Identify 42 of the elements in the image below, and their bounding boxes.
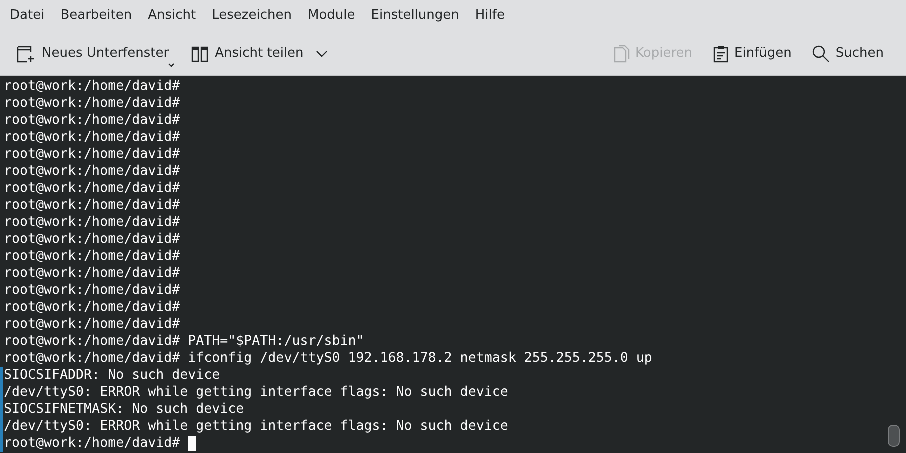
dropdown-caret-icon <box>168 62 176 68</box>
terminal-line: root@work:/home/david# <box>4 113 180 128</box>
terminal-line: root@work:/home/david# <box>4 300 180 315</box>
terminal-line: root@work:/home/david# <box>4 215 180 230</box>
clipboard-icon <box>712 44 728 62</box>
terminal-line: root@work:/home/david# <box>4 96 180 111</box>
terminal-line: root@work:/home/david# ifconfig /dev/ttyS0 192.168.178.2 netmask 255.255.255.0 up <box>4 351 652 366</box>
menu-item[interactable]: Datei <box>2 6 53 26</box>
terminal-line: root@work:/home/david# <box>4 232 180 247</box>
search-icon <box>812 44 830 62</box>
terminal-line: root@work:/home/david# PATH="$PATH:/usr/sbin" <box>4 334 364 349</box>
terminal-output: SIOCSIFADDR: No such device <box>4 368 220 383</box>
text-cursor <box>188 436 196 451</box>
split-view-icon <box>191 44 210 62</box>
menu-item[interactable]: Bearbeiten <box>52 6 140 26</box>
menu-item[interactable]: Lesezeichen <box>204 6 300 26</box>
terminal-line: root@work:/home/david# <box>4 164 180 179</box>
terminal-output: SIOCSIFNETMASK: No such device <box>4 402 244 417</box>
menu-item[interactable]: Hilfe <box>467 6 513 26</box>
terminal-output: /dev/ttyS0: ERROR while getting interface flags: No such device <box>4 419 508 434</box>
terminal-output: /dev/ttyS0: ERROR while getting interface flags: No such device <box>4 385 508 400</box>
menu-item[interactable]: Einstellungen <box>363 6 468 26</box>
menu-item[interactable]: Module <box>300 6 364 26</box>
terminal-line: root@work:/home/david# <box>4 79 180 94</box>
terminal-line: root@work:/home/david# <box>4 266 180 281</box>
terminal-line: root@work:/home/david# <box>4 130 180 145</box>
terminal-line: root@work:/home/david# <box>4 249 180 264</box>
toolbar-button[interactable]: Einfügen <box>704 40 800 66</box>
copy-icon <box>614 44 630 62</box>
toolbar-button[interactable]: Suchen <box>804 40 892 66</box>
terminal-line: root@work:/home/david# <box>4 283 180 298</box>
toolbar-button[interactable]: Ansicht teilen <box>183 40 336 66</box>
toolbar-button[interactable]: Neues Unterfenster <box>8 40 178 68</box>
terminal-line: root@work:/home/david# <box>4 198 180 213</box>
terminal-line: root@work:/home/david# <box>4 147 180 162</box>
scrollbar-handle[interactable] <box>888 425 900 447</box>
terminal-line: root@work:/home/david# <box>4 436 180 451</box>
chevron-down-icon <box>316 50 328 58</box>
terminal-line: root@work:/home/david# <box>4 181 180 196</box>
terminal-line: root@work:/home/david# <box>4 317 180 332</box>
new-tab-icon <box>16 44 36 64</box>
menu-item[interactable]: Ansicht <box>140 6 204 26</box>
